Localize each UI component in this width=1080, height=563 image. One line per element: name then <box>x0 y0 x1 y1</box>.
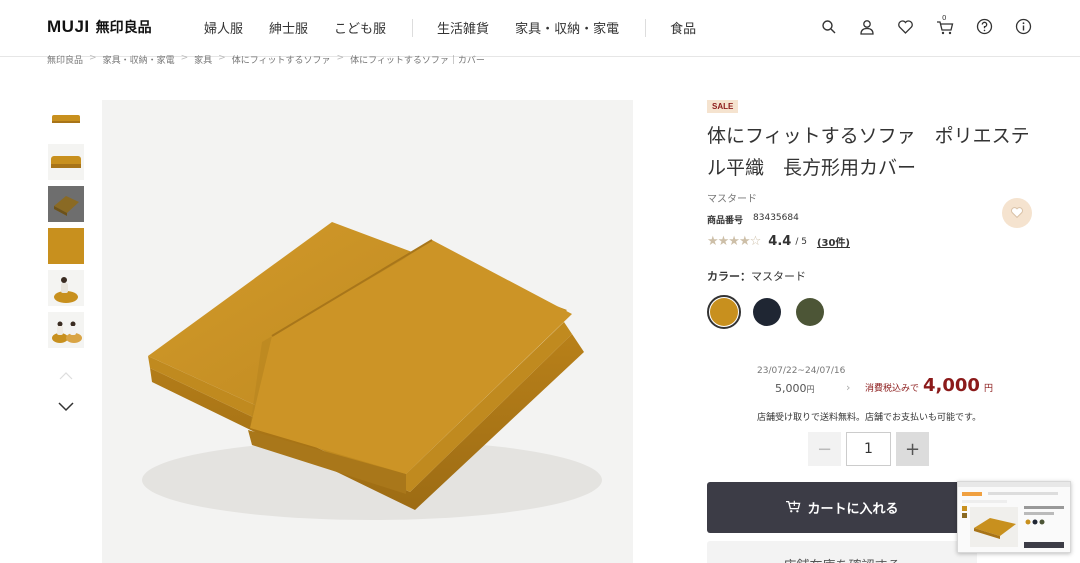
original-price: 5,000円 <box>775 382 815 395</box>
site-header: MUJI 無印良品 婦人服 紳士服 こども服 生活雑貨 家具・収納・家電 食品 … <box>0 0 1080 57</box>
product-number-label: 商品番号 <box>707 216 744 226</box>
nav-food[interactable]: 食品 <box>670 18 696 37</box>
original-price-value: 5,000 <box>775 382 807 395</box>
rating-row: ★★★★☆ 4.4 / 5 (30件) <box>707 234 850 249</box>
quantity-input[interactable]: 1 <box>846 432 891 466</box>
search-icon[interactable] <box>821 19 837 35</box>
check-store-stock-button[interactable]: 店舗在庫を確認する <box>707 541 977 563</box>
tax-included-label: 消費税込みで <box>865 384 920 394</box>
breadcrumb-item[interactable]: 家具 <box>194 53 212 66</box>
quantity-decrease-button[interactable]: − <box>808 432 841 466</box>
muji-logo[interactable]: MUJI 無印良品 <box>47 17 152 37</box>
heart-icon[interactable] <box>897 19 914 35</box>
help-icon[interactable] <box>976 18 993 35</box>
nav-divider <box>645 18 647 37</box>
quantity-stepper: − 1 + <box>808 432 929 466</box>
review-count-link[interactable]: (30件) <box>817 234 850 249</box>
product-color-name: マスタード <box>707 194 757 205</box>
breadcrumb: 無印良品 > 家具・収納・家電 > 家具 > 体にフィットするソファ > 体にフ… <box>47 53 485 66</box>
thumbnail-list <box>48 102 84 354</box>
thumbnail-4[interactable] <box>48 228 84 264</box>
sale-badge: SALE <box>707 100 739 113</box>
rating-value: 4.4 <box>768 234 792 249</box>
screenshot-preview-thumbnail[interactable] <box>957 481 1071 553</box>
heart-icon <box>1010 204 1024 223</box>
rating-max: / 5 <box>795 236 807 247</box>
store-pickup-note: 店舗受け取りで送料無料。店舗でお支払いも可能です。 <box>757 413 982 423</box>
product-title: 体にフィットするソファ ポリエステル平織 長方形用カバー <box>707 125 1030 179</box>
sale-date-range: 23/07/22~24/07/16 <box>757 366 846 376</box>
check-store-stock-label: 店舗在庫を確認する <box>783 555 900 563</box>
breadcrumb-separator: > <box>336 53 345 63</box>
info-icon[interactable] <box>1015 18 1032 35</box>
thumbnail-3-selected[interactable] <box>48 186 84 222</box>
chevron-down-icon[interactable] <box>58 398 74 417</box>
thumbnail-1[interactable] <box>48 102 84 138</box>
add-to-cart-label: カートに入れる <box>807 502 899 517</box>
nav-kids[interactable]: こども服 <box>334 18 386 37</box>
thumbnail-6[interactable] <box>48 312 84 348</box>
main-nav: 婦人服 紳士服 こども服 生活雑貨 家具・収納・家電 食品 <box>204 18 722 37</box>
original-price-yen: 円 <box>806 385 815 394</box>
breadcrumb-item-current: 体にフィットするソファ｜カバー <box>350 56 485 66</box>
sale-price-yen: 円 <box>983 384 993 394</box>
logo-brand: MUJI <box>47 17 90 36</box>
nav-mens[interactable]: 紳士服 <box>269 18 308 37</box>
swatch-navy[interactable] <box>750 295 784 329</box>
breadcrumb-item[interactable]: 体にフィットするソファ <box>232 53 331 66</box>
color-label-value: マスタード <box>751 270 806 283</box>
breadcrumb-item[interactable]: 家具・収納・家電 <box>103 53 175 66</box>
color-swatches <box>707 295 827 329</box>
cart-add-icon <box>785 499 801 517</box>
logo-japanese: 無印良品 <box>95 20 152 36</box>
thumbnail-2[interactable] <box>48 144 84 180</box>
main-product-image <box>102 100 633 563</box>
user-icon[interactable] <box>859 19 875 35</box>
swatch-khaki[interactable] <box>793 295 827 329</box>
breadcrumb-separator: > <box>180 53 189 63</box>
chevron-up-icon[interactable] <box>59 366 73 385</box>
favorite-button[interactable] <box>1002 198 1032 228</box>
header-icons: 0 <box>821 14 1032 35</box>
color-selector-label: カラー：マスタード <box>707 268 806 284</box>
nav-womens[interactable]: 婦人服 <box>204 18 243 37</box>
add-to-cart-button[interactable]: カートに入れる <box>707 482 977 533</box>
chevron-right-icon: › <box>846 381 851 394</box>
sale-price: 消費税込みで 4,000 円 <box>865 375 993 396</box>
cart-icon[interactable]: 0 <box>936 14 954 35</box>
product-number-value: 83435684 <box>753 213 799 223</box>
cart-count-badge: 0 <box>942 13 947 22</box>
breadcrumb-item[interactable]: 無印良品 <box>47 53 83 66</box>
breadcrumb-separator: > <box>218 53 226 63</box>
breadcrumb-separator: > <box>89 53 97 63</box>
swatch-mustard[interactable] <box>707 295 741 329</box>
nav-divider <box>412 18 414 37</box>
nav-household[interactable]: 生活雑貨 <box>437 18 489 37</box>
rating-stars: ★★★★☆ <box>707 234 761 249</box>
product-number: 商品番号 83435684 <box>707 213 799 226</box>
nav-furniture[interactable]: 家具・収納・家電 <box>515 18 619 37</box>
quantity-increase-button[interactable]: + <box>896 432 929 466</box>
thumbnail-5[interactable] <box>48 270 84 306</box>
sale-price-value: 4,000 <box>923 375 980 396</box>
color-label: カラー： <box>707 270 751 283</box>
